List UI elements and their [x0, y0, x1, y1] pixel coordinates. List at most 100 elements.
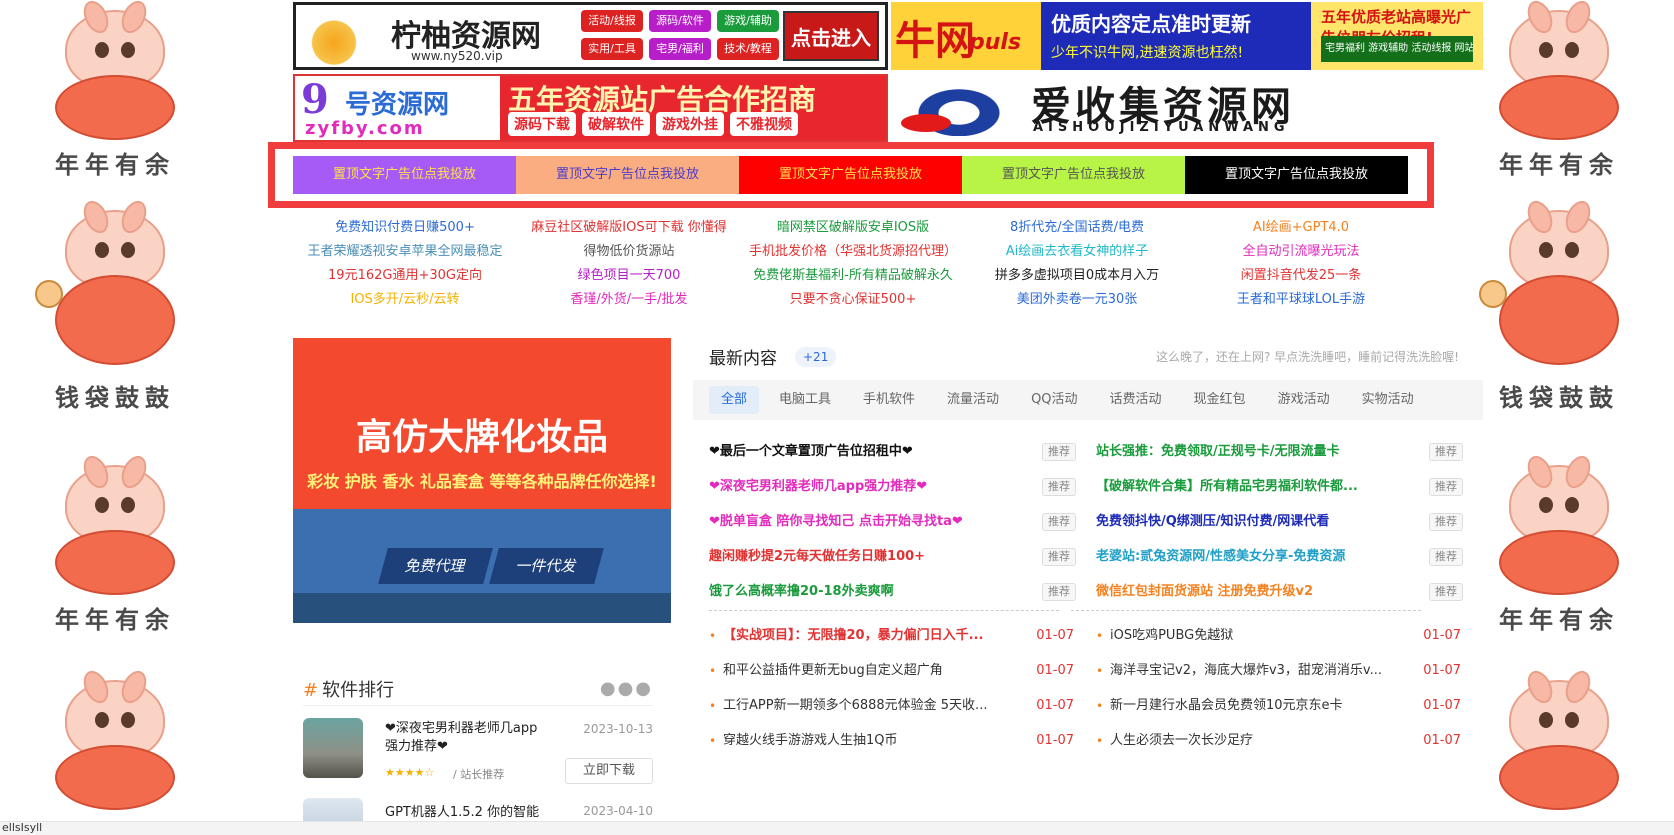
list-item[interactable]: • 【实战项目】：无限撸20，暴力偏门日入千... 01-07 — [709, 624, 1084, 659]
tab-0[interactable]: 全部 — [709, 386, 760, 414]
pinned-item[interactable]: 饿了么高概率撸20-18外卖爽啊 推荐 — [709, 574, 1084, 609]
free-agent-button[interactable]: 免费代理 — [378, 548, 493, 584]
text-link[interactable]: 美团外卖卷一元30张 — [965, 290, 1189, 310]
text-link[interactable]: 19元162G通用+30G定向 — [293, 266, 517, 286]
pinned-item[interactable]: ❤最后一个文章置顶广告位招租中❤ 推荐 — [709, 434, 1084, 469]
text-link[interactable]: 香瑾/外货/一手/批发 — [517, 290, 741, 310]
list-item[interactable]: • 新一月建行水晶会员免费领10元京东e卡 01-07 — [1096, 694, 1471, 729]
article-title[interactable]: iOS吃鸡PUBG免越狱 — [1110, 624, 1400, 648]
pinned-title[interactable]: 老婆站:贰兔资源网/性感美女分享-免费资源 — [1096, 539, 1406, 574]
pinned-item[interactable]: ❤脱单盲盒 陪你寻找知己 点击开始寻找ta❤ 推荐 — [709, 504, 1084, 539]
pinned-item[interactable]: ❤深夜宅男利器老师几app强力推荐❤ 推荐 — [709, 469, 1084, 504]
banner-tag[interactable]: 实用/工具 — [581, 38, 643, 60]
pinned-title[interactable]: 站长强推：免费领取/正规号卡/无限流量卡 — [1096, 434, 1406, 469]
pinned-item[interactable]: 微信红包封面货源站 注册免费升级v2 推荐 — [1096, 574, 1471, 609]
text-link[interactable]: 闲置抖音代发25一条 — [1189, 266, 1413, 286]
list-item[interactable]: ❤深夜宅男利器老师几app强力推荐❤ 2023-10-13 ★★★★☆ / 站长… — [303, 718, 653, 792]
article-title[interactable]: 和平公益插件更新无bug自定义超广角 — [723, 659, 1013, 683]
pinned-item[interactable]: 【破解软件合集】所有精品宅男福利软件都... 推荐 — [1096, 469, 1471, 504]
more-icon[interactable]: ●●● — [600, 678, 653, 699]
article-title[interactable]: 穿越火线手游游戏人生抽1Q币 — [723, 729, 1013, 753]
list-item[interactable]: • 和平公益插件更新无bug自定义超广角 01-07 — [709, 659, 1084, 694]
list-item[interactable]: • 穿越火线手游游戏人生抽1Q币 01-07 — [709, 729, 1084, 764]
text-link[interactable]: 8折代充/全国话费/电费 — [965, 218, 1189, 238]
recommend-badge: 推荐 — [1042, 443, 1076, 461]
banner-niuwang[interactable]: 牛网 puls 优质内容定点准时更新 少年不识牛网,进速资源也枉然! 五年优质老… — [891, 2, 1483, 70]
banner-ny520[interactable]: 柠柚资源网 www.ny520.vip 活动/线报 源码/软件 游戏/辅助 实用… — [293, 2, 888, 70]
text-link[interactable]: 手机批发价格（华强北货源招代理） — [741, 242, 965, 262]
article-title[interactable]: 工行APP新一期领多个6888元体验金 5天收... — [723, 694, 1013, 718]
banner-aishouji[interactable]: 爱收集资源网 AISHOUJIZIYUANWANG — [891, 74, 1483, 142]
list-item[interactable]: • 人生必须去一次长沙足疗 01-07 — [1096, 729, 1471, 764]
banner-tags: 活动/线报 源码/软件 游戏/辅助 实用/工具 宅男/福利 技术/教程 — [581, 10, 781, 60]
banner-niu-logo: 牛网 — [895, 17, 975, 64]
text-ad-slot[interactable]: 置顶文字广告位点我投放 — [739, 156, 962, 194]
banner-tag[interactable]: 活动/线报 — [581, 10, 643, 32]
list-item[interactable]: • 海洋寻宝记v2，海底大爆炸v3，甜宠消消乐v... 01-07 — [1096, 659, 1471, 694]
text-link[interactable]: 免费佬斯基福利-所有精品破解永久 — [741, 266, 965, 286]
pinned-title[interactable]: 饿了么高概率撸20-18外卖爽啊 — [709, 574, 1019, 609]
item-title[interactable]: ❤深夜宅男利器老师几app强力推荐❤ — [385, 720, 545, 756]
banner-tag[interactable]: 游戏/辅助 — [717, 10, 779, 32]
tab-6[interactable]: 现金红包 — [1182, 386, 1258, 414]
dropship-button[interactable]: 一件代发 — [489, 548, 604, 584]
tab-2[interactable]: 手机软件 — [851, 386, 927, 414]
text-link[interactable]: 王者荣耀透视安卓苹果全网最稳定 — [293, 242, 517, 262]
tab-3[interactable]: 流量活动 — [935, 386, 1011, 414]
banner-pinyin: AISHOUJIZIYUANWANG — [1033, 120, 1290, 135]
bullet-icon: • — [709, 664, 717, 678]
text-link[interactable]: 得物低价货源站 — [517, 242, 741, 262]
article-title[interactable]: 新一月建行水晶会员免费领10元京东e卡 — [1110, 694, 1400, 718]
text-link[interactable]: 拼多多虚拟项目0成本月入万 — [965, 266, 1189, 286]
download-button[interactable]: 立即下载 — [565, 758, 653, 784]
greeting-text: 这么晚了，还在上网? 早点洗洗睡吧，睡前记得洗洗脸喔! — [1156, 350, 1459, 364]
bullet-icon: • — [709, 629, 717, 643]
promo-banner[interactable]: 高仿大牌化妆品 彩妆 护肤 香水 礼品套盒 等等各种品牌任你选择! 免费代理 一… — [293, 338, 671, 623]
text-link[interactable]: 只要不贪心保证500+ — [741, 290, 965, 310]
text-link[interactable]: Ai绘画去衣看女神的样子 — [965, 242, 1189, 262]
item-title[interactable]: GPT机器人1.5.2 你的智能 — [385, 804, 545, 822]
text-link[interactable]: 暗网禁区破解版安卓IOS版 — [741, 218, 965, 238]
tab-5[interactable]: 话费活动 — [1098, 386, 1174, 414]
pinned-title[interactable]: 免费领抖快/Q绑测压/知识付费/网课代看 — [1096, 504, 1406, 539]
tab-1[interactable]: 电脑工具 — [767, 386, 843, 414]
tab-8[interactable]: 实物活动 — [1350, 386, 1426, 414]
pinned-title[interactable]: ❤深夜宅男利器老师几app强力推荐❤ — [709, 469, 1019, 504]
pinned-title[interactable]: 【破解软件合集】所有精品宅男福利软件都... — [1096, 469, 1406, 504]
text-link[interactable]: 王者和平球球LOL手游 — [1189, 290, 1413, 310]
tab-4[interactable]: QQ活动 — [1019, 386, 1089, 414]
pinned-title[interactable]: 微信红包封面货源站 注册免费升级v2 — [1096, 574, 1406, 609]
pinned-title[interactable]: 趣闲赚秒提2元每天做任务日赚100+ — [709, 539, 1019, 574]
item-thumbnail[interactable] — [303, 718, 363, 778]
pinned-title[interactable]: ❤最后一个文章置顶广告位招租中❤ — [709, 434, 1019, 469]
pinned-title[interactable]: ❤脱单盲盒 陪你寻找知己 点击开始寻找ta❤ — [709, 504, 1019, 539]
banner-tag[interactable]: 技术/教程 — [717, 38, 779, 60]
left-decoration: 年年有余 钱袋鼓鼓 年年有余 — [30, 0, 230, 835]
list-item[interactable]: • iOS吃鸡PUBG免越狱 01-07 — [1096, 624, 1471, 659]
article-title[interactable]: 人生必须去一次长沙足疗 — [1110, 729, 1400, 753]
banner-zyfby[interactable]: 9 号资源网 zyfby.com 五年资源站广告合作招商 源码下载 破解软件 游… — [293, 74, 888, 142]
text-ad-slot[interactable]: 置顶文字广告位点我投放 — [293, 156, 516, 194]
banner-tag[interactable]: 宅男/福利 — [649, 38, 711, 60]
banner-enter-button[interactable]: 点击进入 — [783, 11, 879, 61]
pinned-item[interactable]: 免费领抖快/Q绑测压/知识付费/网课代看 推荐 — [1096, 504, 1471, 539]
pinned-item[interactable]: 趣闲赚秒提2元每天做任务日赚100+ 推荐 — [709, 539, 1084, 574]
list-item[interactable]: • 工行APP新一期领多个6888元体验金 5天收... 01-07 — [709, 694, 1084, 729]
article-title[interactable]: 【实战项目】：无限撸20，暴力偏门日入千... — [723, 624, 1013, 648]
text-ad-slot[interactable]: 置顶文字广告位点我投放 — [962, 156, 1185, 194]
text-link[interactable]: 麻豆社区破解版IOS可下载 你懂得 — [517, 218, 741, 238]
pinned-item[interactable]: 老婆站:贰兔资源网/性感美女分享-免费资源 推荐 — [1096, 539, 1471, 574]
banner-pill: 源码下载 — [508, 112, 576, 136]
text-link[interactable]: 绿色项目一天700 — [517, 266, 741, 286]
text-link[interactable]: 全自动引流曝光玩法 — [1189, 242, 1413, 262]
banner-tag[interactable]: 源码/软件 — [649, 10, 711, 32]
tab-7[interactable]: 游戏活动 — [1266, 386, 1342, 414]
text-ad-slot[interactable]: 置顶文字广告位点我投放 — [516, 156, 739, 194]
article-title[interactable]: 海洋寻宝记v2，海底大爆炸v3，甜宠消消乐v... — [1110, 659, 1400, 683]
text-link[interactable]: IOS多开/云秒/云转 — [293, 290, 517, 310]
text-ad-slot[interactable]: 置顶文字广告位点我投放 — [1185, 156, 1408, 194]
pinned-item[interactable]: 站长强推：免费领取/正规号卡/无限流量卡 推荐 — [1096, 434, 1471, 469]
text-link[interactable]: 免费知识付费日赚500+ — [293, 218, 517, 238]
newest-content: 最新内容 +21 这么晚了，还在上网? 早点洗洗睡吧，睡前记得洗洗脸喔! 全部电… — [693, 338, 1483, 748]
text-link[interactable]: AI绘画+GPT4.0 — [1189, 218, 1413, 238]
